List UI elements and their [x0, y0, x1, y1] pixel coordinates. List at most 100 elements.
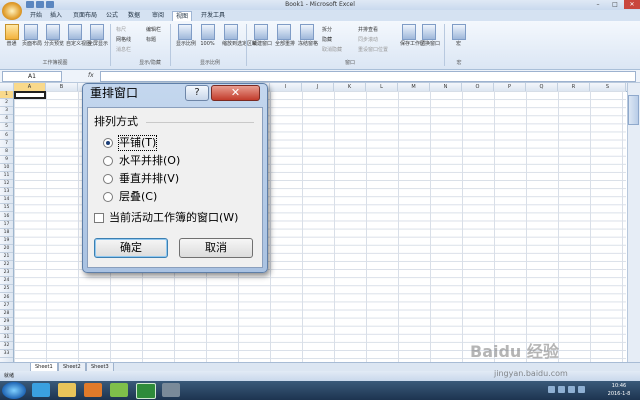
sync-scroll-button[interactable]: 同步滚动 [358, 36, 378, 43]
row-header[interactable]: 21 [0, 253, 13, 262]
row-header[interactable]: 30 [0, 326, 13, 334]
dialog-close-button[interactable]: ✕ [211, 85, 260, 101]
switch-windows-button[interactable]: 切换窗口 [420, 24, 440, 47]
freeze-panes-button[interactable]: 冻结窗格 [298, 24, 318, 47]
excel-taskbar-icon[interactable] [136, 383, 156, 399]
row-header[interactable]: 25 [0, 285, 13, 294]
radio-cascade-label[interactable]: 层叠(C) [119, 190, 157, 204]
column-header[interactable]: K [334, 83, 366, 91]
undo-icon[interactable] [36, 1, 44, 8]
active-workbook-checkbox[interactable] [94, 213, 104, 223]
row-header[interactable]: 9 [0, 156, 13, 164]
app-icon[interactable] [110, 383, 128, 397]
tab-page-layout[interactable]: 页面布局 [70, 11, 100, 21]
row-header[interactable]: 31 [0, 334, 13, 343]
row-header[interactable]: 13 [0, 188, 13, 197]
network-icon[interactable] [568, 386, 575, 393]
row-header[interactable]: 14 [0, 196, 13, 205]
ruler-checkbox[interactable]: 标尺 [116, 26, 126, 33]
row-header[interactable]: 15 [0, 204, 13, 213]
custom-views-button[interactable]: 自定义视图 [66, 24, 91, 47]
page-break-preview-button[interactable]: 分页预览 [44, 24, 64, 47]
row-header[interactable]: 27 [0, 302, 13, 310]
message-bar-checkbox[interactable]: 消息栏 [116, 46, 131, 53]
column-header[interactable]: P [494, 83, 526, 91]
column-header[interactable]: J [302, 83, 334, 91]
split-button[interactable]: 拆分 [322, 26, 332, 33]
office-button[interactable] [2, 2, 22, 20]
column-header[interactable]: O [462, 83, 494, 91]
radio-vertical-label[interactable]: 垂直并排(V) [119, 172, 179, 186]
column-header[interactable]: M [398, 83, 430, 91]
row-header[interactable]: 18 [0, 229, 13, 237]
save-icon[interactable] [26, 1, 34, 8]
row-header[interactable]: 7 [0, 140, 13, 148]
headings-checkbox[interactable]: 标题 [146, 36, 156, 43]
row-header[interactable]: 12 [0, 180, 13, 189]
tab-developer[interactable]: 开发工具 [198, 11, 228, 21]
row-header[interactable]: 32 [0, 342, 13, 351]
radio-horizontal[interactable] [103, 156, 113, 166]
taskbar-clock[interactable]: 10:46 2016-1-8 [600, 382, 638, 398]
arrange-all-button[interactable]: 全部重排 [275, 24, 295, 47]
row-header[interactable]: 11 [0, 172, 13, 181]
row-header[interactable]: 23 [0, 269, 13, 278]
row-header[interactable]: 6 [0, 132, 13, 140]
ie-icon[interactable] [32, 383, 50, 397]
zoom-100-button[interactable]: 100% [199, 24, 216, 47]
macros-button[interactable]: 宏 [450, 24, 467, 47]
minimize-button[interactable]: – [590, 0, 606, 9]
row-header[interactable]: 3 [0, 107, 13, 116]
radio-vertical[interactable] [103, 174, 113, 184]
explorer-icon[interactable] [58, 383, 76, 397]
column-header[interactable]: A [14, 83, 46, 91]
row-header[interactable]: 16 [0, 213, 13, 221]
column-header[interactable]: R [558, 83, 590, 91]
row-header[interactable]: 2 [0, 99, 13, 108]
formula-bar-checkbox[interactable]: 编辑栏 [146, 26, 161, 33]
unhide-button[interactable]: 取消隐藏 [322, 46, 342, 53]
close-window-button[interactable]: ✕ [624, 0, 640, 9]
tab-data[interactable]: 数据 [126, 11, 142, 21]
active-workbook-checkbox-label[interactable]: 当前活动工作簿的窗口(W) [109, 211, 238, 225]
row-header[interactable]: 22 [0, 261, 13, 270]
reset-window-position-button[interactable]: 重设窗口位置 [358, 46, 388, 53]
row-header[interactable]: 26 [0, 294, 13, 302]
row-header[interactable]: 33 [0, 350, 13, 359]
zoom-button[interactable]: 显示比例 [176, 24, 196, 47]
radio-tiled-label[interactable]: 平铺(T) [117, 135, 158, 151]
row-header[interactable]: 1 [0, 91, 13, 100]
volume-icon[interactable] [578, 386, 585, 393]
start-button[interactable] [2, 382, 26, 399]
maximize-button[interactable]: □ [607, 0, 623, 9]
radio-tiled[interactable] [103, 138, 113, 148]
vertical-scroll-thumb[interactable] [628, 95, 639, 125]
row-header[interactable]: 4 [0, 115, 13, 124]
tray-icon[interactable] [558, 386, 565, 393]
insert-function-icon[interactable]: fx [88, 71, 98, 80]
row-header[interactable]: 29 [0, 318, 13, 326]
ok-button[interactable]: 确定 [94, 238, 168, 258]
column-header[interactable]: N [430, 83, 462, 91]
media-player-icon[interactable] [84, 383, 102, 397]
gridlines-checkbox[interactable]: 网格线 [116, 36, 131, 43]
column-header[interactable]: S [590, 83, 626, 91]
tray-icon[interactable] [548, 386, 555, 393]
row-header[interactable]: 10 [0, 164, 13, 172]
row-header[interactable]: 24 [0, 277, 13, 286]
cancel-button[interactable]: 取消 [179, 238, 253, 258]
row-header[interactable]: 5 [0, 123, 13, 132]
row-header[interactable]: 8 [0, 148, 13, 156]
row-header[interactable]: 19 [0, 237, 13, 245]
radio-horizontal-label[interactable]: 水平并排(O) [119, 154, 180, 168]
formula-input[interactable] [100, 71, 636, 82]
page-layout-view-button[interactable]: 页面布局 [22, 24, 42, 47]
tab-formulas[interactable]: 公式 [104, 11, 120, 21]
hide-button[interactable]: 隐藏 [322, 36, 332, 43]
name-box[interactable]: A1 [2, 71, 62, 82]
column-header[interactable]: B [46, 83, 78, 91]
normal-view-button[interactable]: 普通 [3, 24, 20, 47]
full-screen-button[interactable]: 全屏显示 [88, 24, 108, 47]
side-by-side-button[interactable]: 并排查看 [358, 26, 378, 33]
select-all-corner[interactable] [0, 83, 14, 91]
